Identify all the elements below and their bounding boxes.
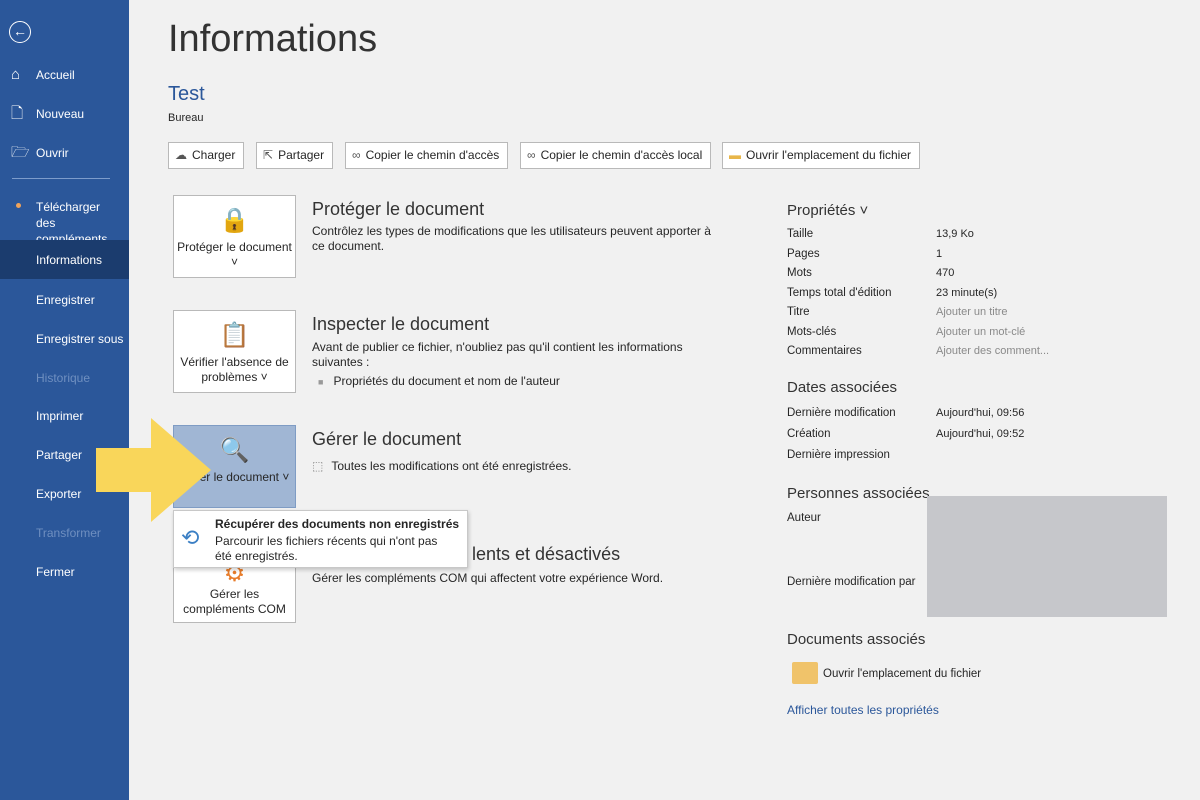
- property-value[interactable]: Ajouter un titre: [936, 306, 1008, 318]
- sidebar-item-label: Enregistrer: [36, 293, 95, 307]
- menu-item-description: Parcourir les fichiers récents qui n'ont…: [215, 534, 438, 563]
- redacted-area: [927, 496, 1167, 617]
- protect-document-button[interactable]: 🔒 Protéger le document ˅: [173, 195, 296, 278]
- section-title: Protéger le document: [312, 199, 485, 219]
- recover-document-icon: ⟲: [181, 525, 200, 550]
- bullet-icon: ■: [318, 377, 324, 387]
- sidebar-item-label: Informations: [36, 253, 103, 267]
- upload-button[interactable]: ☁ Charger: [168, 142, 245, 169]
- sidebar-item-label: Transformer: [36, 526, 101, 540]
- property-label: Commentaires: [787, 345, 862, 357]
- yellow-arrow-annotation: [96, 418, 211, 522]
- inspect-document-icon: 📋: [219, 322, 250, 349]
- copy-local-path-button[interactable]: ∞ Copier le chemin d'accès local: [520, 142, 712, 169]
- document-location: Bureau: [168, 112, 204, 124]
- home-icon: ⌂: [11, 66, 21, 83]
- lock-key-icon: 🔒: [219, 207, 250, 234]
- sidebar-item-enregistrer-sous[interactable]: Enregistrer sous: [0, 331, 129, 347]
- share-button[interactable]: ⇱ Partager: [256, 142, 334, 169]
- properties-dropdown[interactable]: Propriétés ˅: [787, 202, 868, 219]
- button-label: Copier le chemin d'accès: [365, 148, 500, 162]
- button-label: Copier le chemin d'accès local: [540, 148, 703, 162]
- button-label: Protéger le document ˅: [177, 240, 292, 269]
- link-icon: ∞: [352, 148, 361, 162]
- section-title: Inspecter le document: [312, 314, 490, 334]
- sidebar-item-label: Nouveau: [36, 107, 85, 121]
- sidebar-item-accueil[interactable]: ⌂ Accueil: [0, 67, 129, 83]
- related-heading: Documents associés: [787, 631, 926, 648]
- property-value: 470: [936, 267, 955, 279]
- date-value: Aujourd'hui, 09:52: [936, 428, 1025, 440]
- backstage-sidebar: ← ⌂ Accueil 🗋 Nouveau 🗁 Ouvrir Télécharger …: [0, 0, 129, 800]
- property-label: Titre: [787, 306, 810, 318]
- dates-heading: Dates associées: [787, 379, 898, 396]
- property-value[interactable]: Ajouter un mot-clé: [936, 326, 1025, 338]
- section-description: Avant de publier ce fichier, n'oubliez p…: [312, 340, 683, 369]
- bullet-text: Propriétés du document et nom de l'auteu…: [333, 374, 560, 388]
- copy-path-button[interactable]: ∞ Copier le chemin d'accès: [345, 142, 509, 169]
- button-label: Charger: [192, 148, 236, 162]
- menu-item-title: Récupérer des documents non enregistrés: [215, 517, 460, 531]
- sidebar-item-label: Accueil: [36, 68, 75, 82]
- property-label: Taille: [787, 228, 814, 240]
- open-file-location-button[interactable]: ▬ Ouvrir l'emplacement du fichier: [722, 142, 921, 169]
- section-description: ⬚ Toutes les modifications ont été enregi…: [312, 459, 732, 474]
- recover-unsaved-menu-item[interactable]: ⟲ Récupérer des documents non enregistré…: [173, 510, 468, 568]
- sidebar-item-ouvrir[interactable]: 🗁 Ouvrir: [0, 145, 129, 161]
- button-label: Vérifier l'absence de problèmes ˅: [180, 355, 289, 384]
- property-value: 13,9 Ko: [936, 228, 974, 240]
- button-label: Ouvrir l'emplacement du fichier: [746, 148, 912, 162]
- check-issues-button[interactable]: 📋 Vérifier l'absence de problèmes ˅: [173, 310, 296, 393]
- date-value: Aujourd'hui, 09:56: [936, 407, 1025, 419]
- date-label: Création: [787, 428, 831, 440]
- section-description: Contrôlez les types de modifications que…: [312, 224, 711, 253]
- open-file-location-link[interactable]: Ouvrir l'emplacement du fichier: [823, 668, 981, 680]
- section-title: lents et désactivés: [472, 544, 621, 564]
- date-label: Dernière impression: [787, 449, 890, 461]
- button-label: Gérer les compléments COM: [183, 587, 286, 616]
- property-label: Pages: [787, 247, 820, 260]
- sidebar-item-label: Ouvrir: [36, 146, 69, 160]
- document-name: Test: [168, 83, 205, 105]
- sidebar-item-transformer: Transformer: [0, 525, 129, 541]
- show-all-properties-link[interactable]: Afficher toutes les propriétés: [787, 703, 939, 717]
- folder-open-icon: 🗁: [11, 144, 30, 161]
- sidebar-item-fermer[interactable]: Fermer: [0, 564, 129, 580]
- back-arrow-icon[interactable]: ←: [9, 21, 31, 43]
- sidebar-item-label: Partager: [36, 448, 83, 462]
- share-icon: ⇱: [263, 148, 274, 162]
- people-heading: Personnes associées: [787, 485, 930, 502]
- author-label: Auteur: [787, 512, 821, 524]
- section-description: Gérer les compléments COM qui affectent …: [312, 571, 664, 585]
- section-title: Gérer le document: [312, 429, 462, 449]
- sidebar-item-historique: Historique: [0, 370, 129, 386]
- sidebar-item-label: Enregistrer sous: [36, 332, 124, 346]
- divider: [12, 178, 110, 179]
- status-text: Toutes les modifications ont été enregis…: [331, 459, 572, 473]
- sidebar-item-informations[interactable]: Informations: [0, 240, 129, 279]
- sidebar-item-label: Fermer: [36, 565, 75, 579]
- new-document-icon: 🗋: [11, 105, 24, 122]
- sidebar-item-label: Exporter: [36, 487, 82, 501]
- folder-icon: [792, 662, 818, 684]
- property-value[interactable]: Ajouter des comment...: [936, 345, 1049, 357]
- sidebar-item-label: Historique: [36, 371, 91, 385]
- sidebar-item-label: Imprimer: [36, 409, 84, 423]
- last-modified-by-label: Dernière modification par: [787, 576, 916, 588]
- property-value: 1: [936, 247, 943, 260]
- sidebar-item-enregistrer[interactable]: Enregistrer: [0, 292, 129, 308]
- property-value: 23 minute(s): [936, 286, 998, 299]
- cloud-upload-icon: ☁: [175, 148, 187, 162]
- property-label: Temps total d'édition: [787, 286, 892, 299]
- document-icon: ⬚: [312, 459, 324, 473]
- link-icon: ∞: [527, 148, 536, 162]
- button-label: Partager: [278, 148, 325, 162]
- date-label: Dernière modification: [787, 407, 896, 419]
- property-label: Mots-clés: [787, 325, 837, 338]
- property-label: Mots: [787, 267, 812, 279]
- bullet-item: ■ Propriétés du document et nom de l'aute…: [318, 374, 738, 390]
- sidebar-item-nouveau[interactable]: 🗋 Nouveau: [0, 106, 129, 122]
- page-title: Informations: [168, 18, 378, 60]
- folder-icon: ▬: [729, 148, 741, 162]
